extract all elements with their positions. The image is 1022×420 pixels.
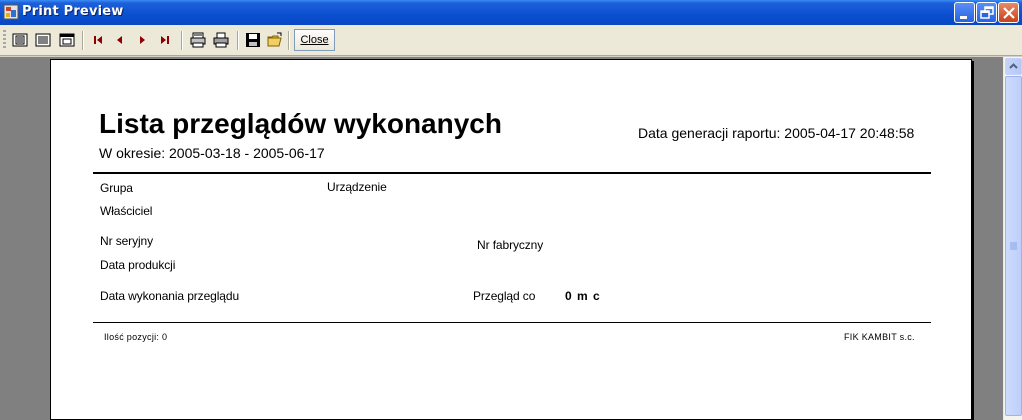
app-icon [3,4,19,20]
header-divider [93,172,931,174]
save-button[interactable] [244,31,262,49]
label-device: Urządzenie [327,180,387,194]
next-page-icon [140,36,145,44]
single-page-button[interactable] [11,31,29,49]
restore-button[interactable] [976,2,997,23]
close-window-button[interactable] [998,2,1019,23]
first-page-icon [94,36,102,44]
toolbar-separator [237,31,239,50]
report-period: W okresie: 2005-03-18 - 2005-06-17 [99,145,325,161]
last-page-button[interactable] [156,31,174,49]
printer-icon [213,32,229,48]
label-owner: Właściciel [100,204,153,218]
window-title: Print Preview [22,4,124,19]
print-setup-icon [190,32,206,48]
page-width-button[interactable] [58,31,76,49]
page-width-icon [59,33,75,47]
label-group: Grupa [100,181,133,195]
report-title: Lista przeglądów wykonanych [99,108,502,139]
open-button[interactable] [266,31,284,49]
footer-divider [93,322,931,323]
prev-page-icon [117,36,122,44]
toolbar-grip[interactable] [3,30,6,50]
report-generated: Data generacji raportu: 2005-04-17 20:48… [638,125,915,141]
vertical-scrollbar[interactable] [1003,57,1022,420]
close-icon [1003,7,1015,19]
next-page-button[interactable] [133,31,151,49]
report-page: Lista przeglądów wykonanych W okresie: 2… [50,59,972,420]
label-inspection-every: Przegląd co [473,289,536,303]
label-factory-no: Nr fabryczny [477,238,544,252]
grip-icon [1010,242,1017,250]
preview-area[interactable]: Lista przeglądów wykonanych W okresie: 2… [0,57,1003,420]
minimize-button[interactable] [954,2,975,23]
toolbar-separator [181,31,183,50]
label-inspection-date: Data wykonania przeglądu [100,289,240,303]
multi-page-icon [35,33,51,47]
last-page-icon [161,36,169,44]
scroll-up-button[interactable] [1005,58,1022,75]
toolbar: Close [0,25,1022,56]
footer-company: FIK KAMBIT s.c. [844,332,915,342]
open-folder-icon [267,32,282,47]
first-page-button[interactable] [89,31,107,49]
chevron-up-icon [1009,63,1018,69]
footer-count: Ilość pozycji: 0 [104,332,168,342]
label-production-date: Data produkcji [100,258,176,272]
print-button[interactable] [212,31,230,49]
single-page-icon [12,33,28,47]
toolbar-separator [288,31,290,50]
close-button[interactable]: Close [294,29,335,51]
prev-page-button[interactable] [111,31,129,49]
minimize-icon [960,16,967,19]
print-setup-button[interactable] [189,31,207,49]
value-inspection-every: 0 m c [565,289,601,303]
floppy-icon [246,33,260,47]
scroll-thumb[interactable] [1005,76,1022,416]
multi-page-button[interactable] [34,31,52,49]
label-serial: Nr seryjny [100,234,154,248]
restore-icon [980,6,994,19]
toolbar-separator [82,31,84,50]
window-titlebar: Print Preview [0,0,1022,25]
